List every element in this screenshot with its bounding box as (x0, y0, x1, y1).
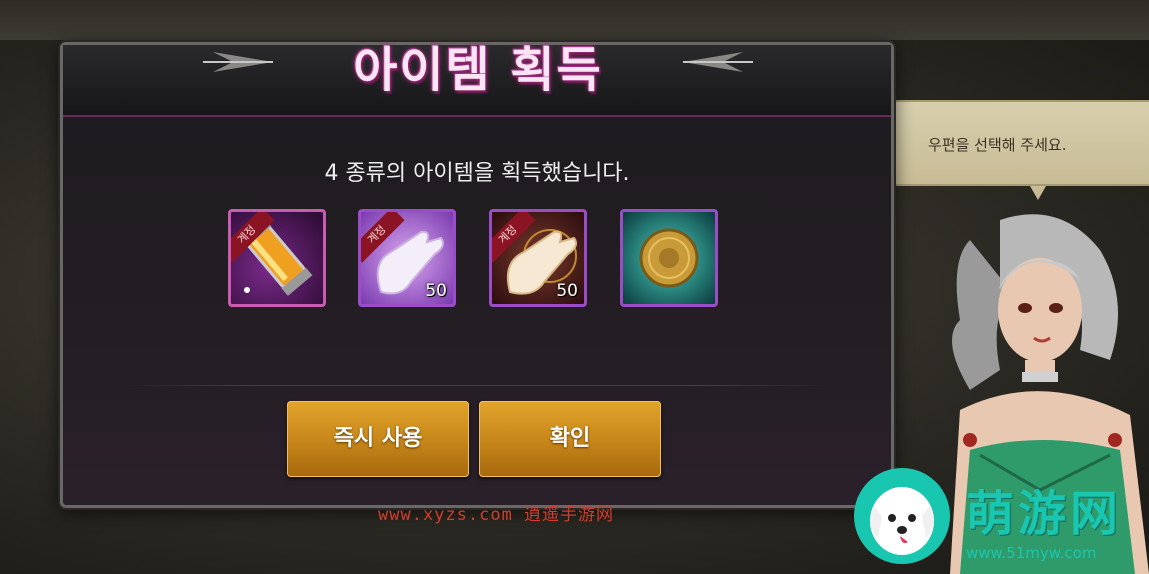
use-now-button[interactable]: 즉시 사용 (287, 401, 469, 477)
item-quantity: 50 (425, 281, 447, 301)
gold-coin-icon (639, 228, 699, 288)
dog-logo-icon (854, 468, 950, 564)
item-quantity: 50 (556, 281, 578, 301)
site-watermark: www.xyzs.com 逍遥手游网 (378, 505, 615, 525)
npc-speech-bubble: 우편을 선택해 주세요. (888, 100, 1149, 200)
item-slot[interactable]: 계정 (228, 209, 326, 307)
brand-logo-text: 萌游网 (966, 486, 1123, 542)
npc-speech-text: 우편을 선택해 주세요. (928, 136, 1067, 154)
title-right-ornament-icon (683, 52, 753, 72)
dialog-title-area: 아이템 획득 (203, 25, 753, 115)
confirm-button[interactable]: 확인 (479, 401, 661, 477)
acquired-message: 4 종류의 아이템을 획득했습니다. (324, 161, 630, 186)
item-slot[interactable]: 계정 50 (489, 209, 587, 307)
item-list: 계정 계정 50 계정 50 (228, 209, 728, 313)
dialog-divider (125, 385, 829, 386)
brand-url: www.51myw.com (966, 544, 1097, 562)
item-slot[interactable]: 계정 50 (358, 209, 456, 307)
item-acquired-dialog: 아이템 획득 4 종류의 아이템을 획득했습니다. 계정 계정 50 계정 50… (60, 42, 894, 508)
dialog-title: 아이템 획득 (353, 42, 603, 98)
item-slot[interactable] (620, 209, 718, 307)
